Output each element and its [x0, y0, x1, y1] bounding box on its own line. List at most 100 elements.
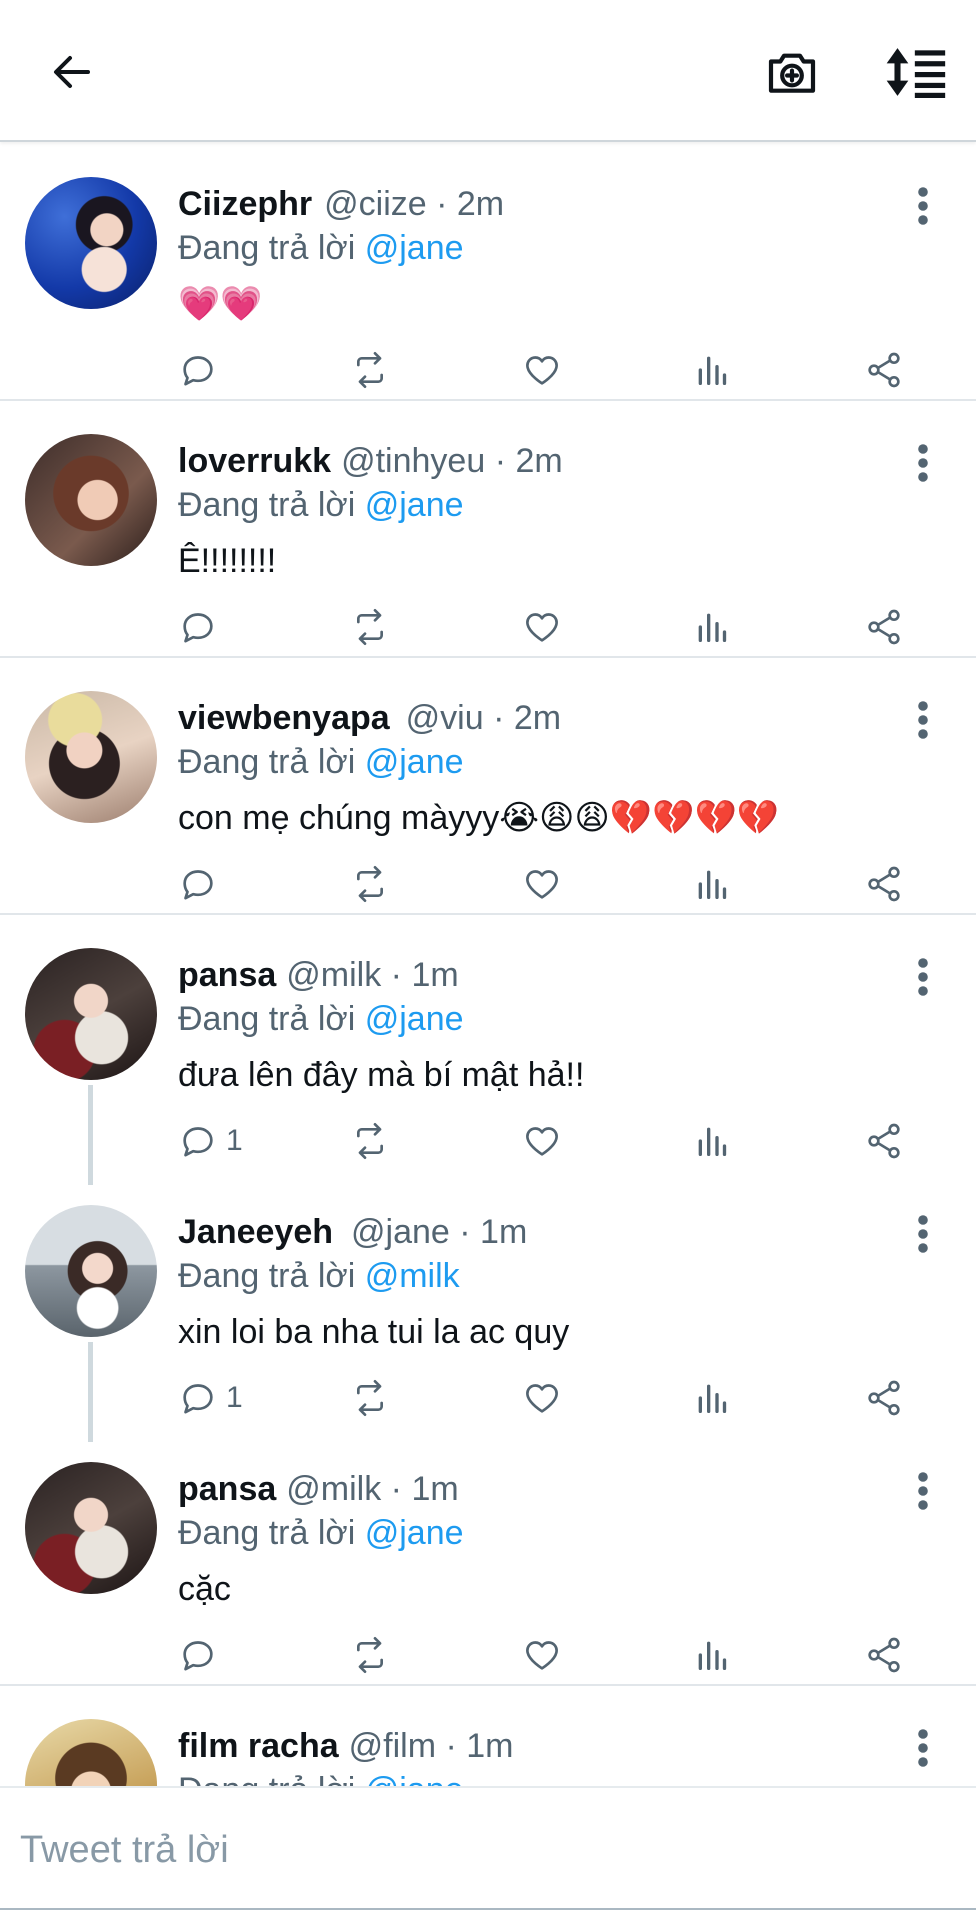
- more-options-button[interactable]: [900, 692, 946, 748]
- display-name[interactable]: viewbenyapa: [178, 699, 390, 737]
- reply-bubble-icon: [183, 1384, 213, 1414]
- like-button[interactable]: [522, 1627, 562, 1683]
- tweet-item[interactable]: loverrukk @tinhyeu · 2m Đang trả lời @jan…: [0, 401, 976, 658]
- tweet-item[interactable]: film racha @film · 1m Đang trả lời @jane: [0, 1686, 976, 1786]
- more-options-button[interactable]: [900, 1463, 946, 1519]
- like-button[interactable]: [522, 599, 562, 655]
- more-options-button[interactable]: [900, 1206, 946, 1262]
- retweet-button[interactable]: [350, 342, 390, 398]
- views-button[interactable]: [692, 1113, 732, 1169]
- sort-order-icon: [886, 48, 946, 98]
- retweet-icon: [357, 1637, 383, 1673]
- heart-icon: [526, 870, 558, 899]
- user-handle[interactable]: @tinhyeu: [341, 442, 485, 480]
- avatar[interactable]: [25, 177, 157, 309]
- user-handle[interactable]: @viu: [406, 699, 484, 737]
- display-name[interactable]: Janeeyeh: [178, 1213, 333, 1251]
- tweet-item[interactable]: pansa @milk · 1m Đang trả lời @jane cặc: [0, 1429, 976, 1686]
- share-button[interactable]: [864, 599, 904, 655]
- bar-chart-icon: [698, 1127, 727, 1156]
- more-options-button[interactable]: [900, 178, 946, 234]
- more-options-button[interactable]: [900, 949, 946, 1005]
- reply-button[interactable]: [178, 599, 226, 655]
- user-handle[interactable]: @jane: [351, 1213, 450, 1251]
- timestamp: 1m: [480, 1213, 528, 1251]
- avatar[interactable]: [25, 1719, 157, 1786]
- tweet-item[interactable]: Janeeyeh @jane · 1m Đang trả lời @milk xi…: [0, 1172, 976, 1442]
- views-button[interactable]: [692, 1627, 732, 1683]
- display-name[interactable]: Ciizephr: [178, 185, 312, 223]
- tweet-item[interactable]: Ciizephr @ciize · 2m Đang trả lời @jane 💗…: [0, 144, 976, 401]
- share-icon: [868, 1123, 900, 1159]
- user-handle[interactable]: @milk: [286, 956, 381, 994]
- reply-composer: [0, 1786, 976, 1910]
- bar-chart-icon: [698, 1384, 727, 1413]
- timestamp: 2m: [515, 442, 563, 480]
- mention-link[interactable]: @jane: [365, 229, 464, 267]
- bar-chart-icon: [698, 1641, 727, 1670]
- reply-button[interactable]: [178, 856, 226, 912]
- display-name[interactable]: film racha: [178, 1727, 339, 1765]
- reply-button[interactable]: [178, 1627, 226, 1683]
- mention-link[interactable]: @jane: [365, 1514, 464, 1552]
- tweet-item[interactable]: viewbenyapa @viu · 2m Đang trả lời @jane …: [0, 658, 976, 915]
- display-name[interactable]: pansa: [178, 1470, 276, 1508]
- like-button[interactable]: [522, 342, 562, 398]
- replying-to-label: Đang trả lời: [178, 1000, 356, 1038]
- tweet-text: xin loi ba nha tui la ac quy: [178, 1313, 570, 1351]
- heart-icon: [526, 356, 558, 385]
- retweet-button[interactable]: [350, 1113, 390, 1169]
- share-button[interactable]: [864, 856, 904, 912]
- sort-replies-button[interactable]: [872, 34, 962, 110]
- views-button[interactable]: [692, 342, 732, 398]
- user-handle[interactable]: @milk: [286, 1470, 381, 1508]
- avatar[interactable]: [25, 1462, 157, 1594]
- avatar[interactable]: [25, 948, 157, 1080]
- tweet-item[interactable]: pansa @milk · 1m Đang trả lời @jane đưa l…: [0, 915, 976, 1185]
- retweet-button[interactable]: [350, 599, 390, 655]
- reply-button[interactable]: [178, 342, 226, 398]
- views-button[interactable]: [692, 1370, 732, 1426]
- tweet-text: con mẹ chúng màyyy😭😩😩💔💔💔💔: [178, 799, 780, 837]
- display-name[interactable]: loverrukk: [178, 442, 331, 480]
- timestamp: 1m: [411, 1470, 459, 1508]
- views-button[interactable]: [692, 599, 732, 655]
- camera-button[interactable]: [752, 34, 832, 110]
- user-handle[interactable]: @ciize: [324, 185, 427, 223]
- mention-link[interactable]: @jane: [365, 743, 464, 781]
- mention-link[interactable]: @jane: [365, 486, 464, 524]
- more-options-button[interactable]: [900, 435, 946, 491]
- share-button[interactable]: [864, 342, 904, 398]
- retweet-button[interactable]: [350, 856, 390, 912]
- user-handle[interactable]: @film: [349, 1727, 436, 1765]
- thread-connector: [88, 1085, 93, 1185]
- like-button[interactable]: [522, 856, 562, 912]
- avatar[interactable]: [25, 434, 157, 566]
- retweet-button[interactable]: [350, 1627, 390, 1683]
- avatar[interactable]: [25, 691, 157, 823]
- like-button[interactable]: [522, 1113, 562, 1169]
- bar-chart-icon: [698, 613, 727, 642]
- share-icon: [868, 352, 900, 388]
- like-button[interactable]: [522, 1370, 562, 1426]
- mention-link[interactable]: @jane: [365, 1771, 464, 1786]
- retweet-button[interactable]: [350, 1370, 390, 1426]
- reply-button[interactable]: 1: [178, 1370, 243, 1426]
- more-vertical-icon: [918, 1472, 928, 1510]
- share-button[interactable]: [864, 1627, 904, 1683]
- reply-button[interactable]: 1: [178, 1113, 243, 1169]
- mention-link[interactable]: @milk: [365, 1257, 460, 1295]
- avatar[interactable]: [25, 1205, 157, 1337]
- mention-link[interactable]: @jane: [365, 1000, 464, 1038]
- share-button[interactable]: [864, 1370, 904, 1426]
- back-button[interactable]: [28, 34, 116, 110]
- reply-input[interactable]: [20, 1820, 950, 1880]
- views-button[interactable]: [692, 856, 732, 912]
- display-name[interactable]: pansa: [178, 956, 276, 994]
- more-vertical-icon: [918, 444, 928, 482]
- share-button[interactable]: [864, 1113, 904, 1169]
- timestamp: 2m: [513, 699, 562, 737]
- more-options-button[interactable]: [900, 1720, 946, 1776]
- tweet-actions: [170, 856, 940, 912]
- more-vertical-icon: [918, 1729, 928, 1767]
